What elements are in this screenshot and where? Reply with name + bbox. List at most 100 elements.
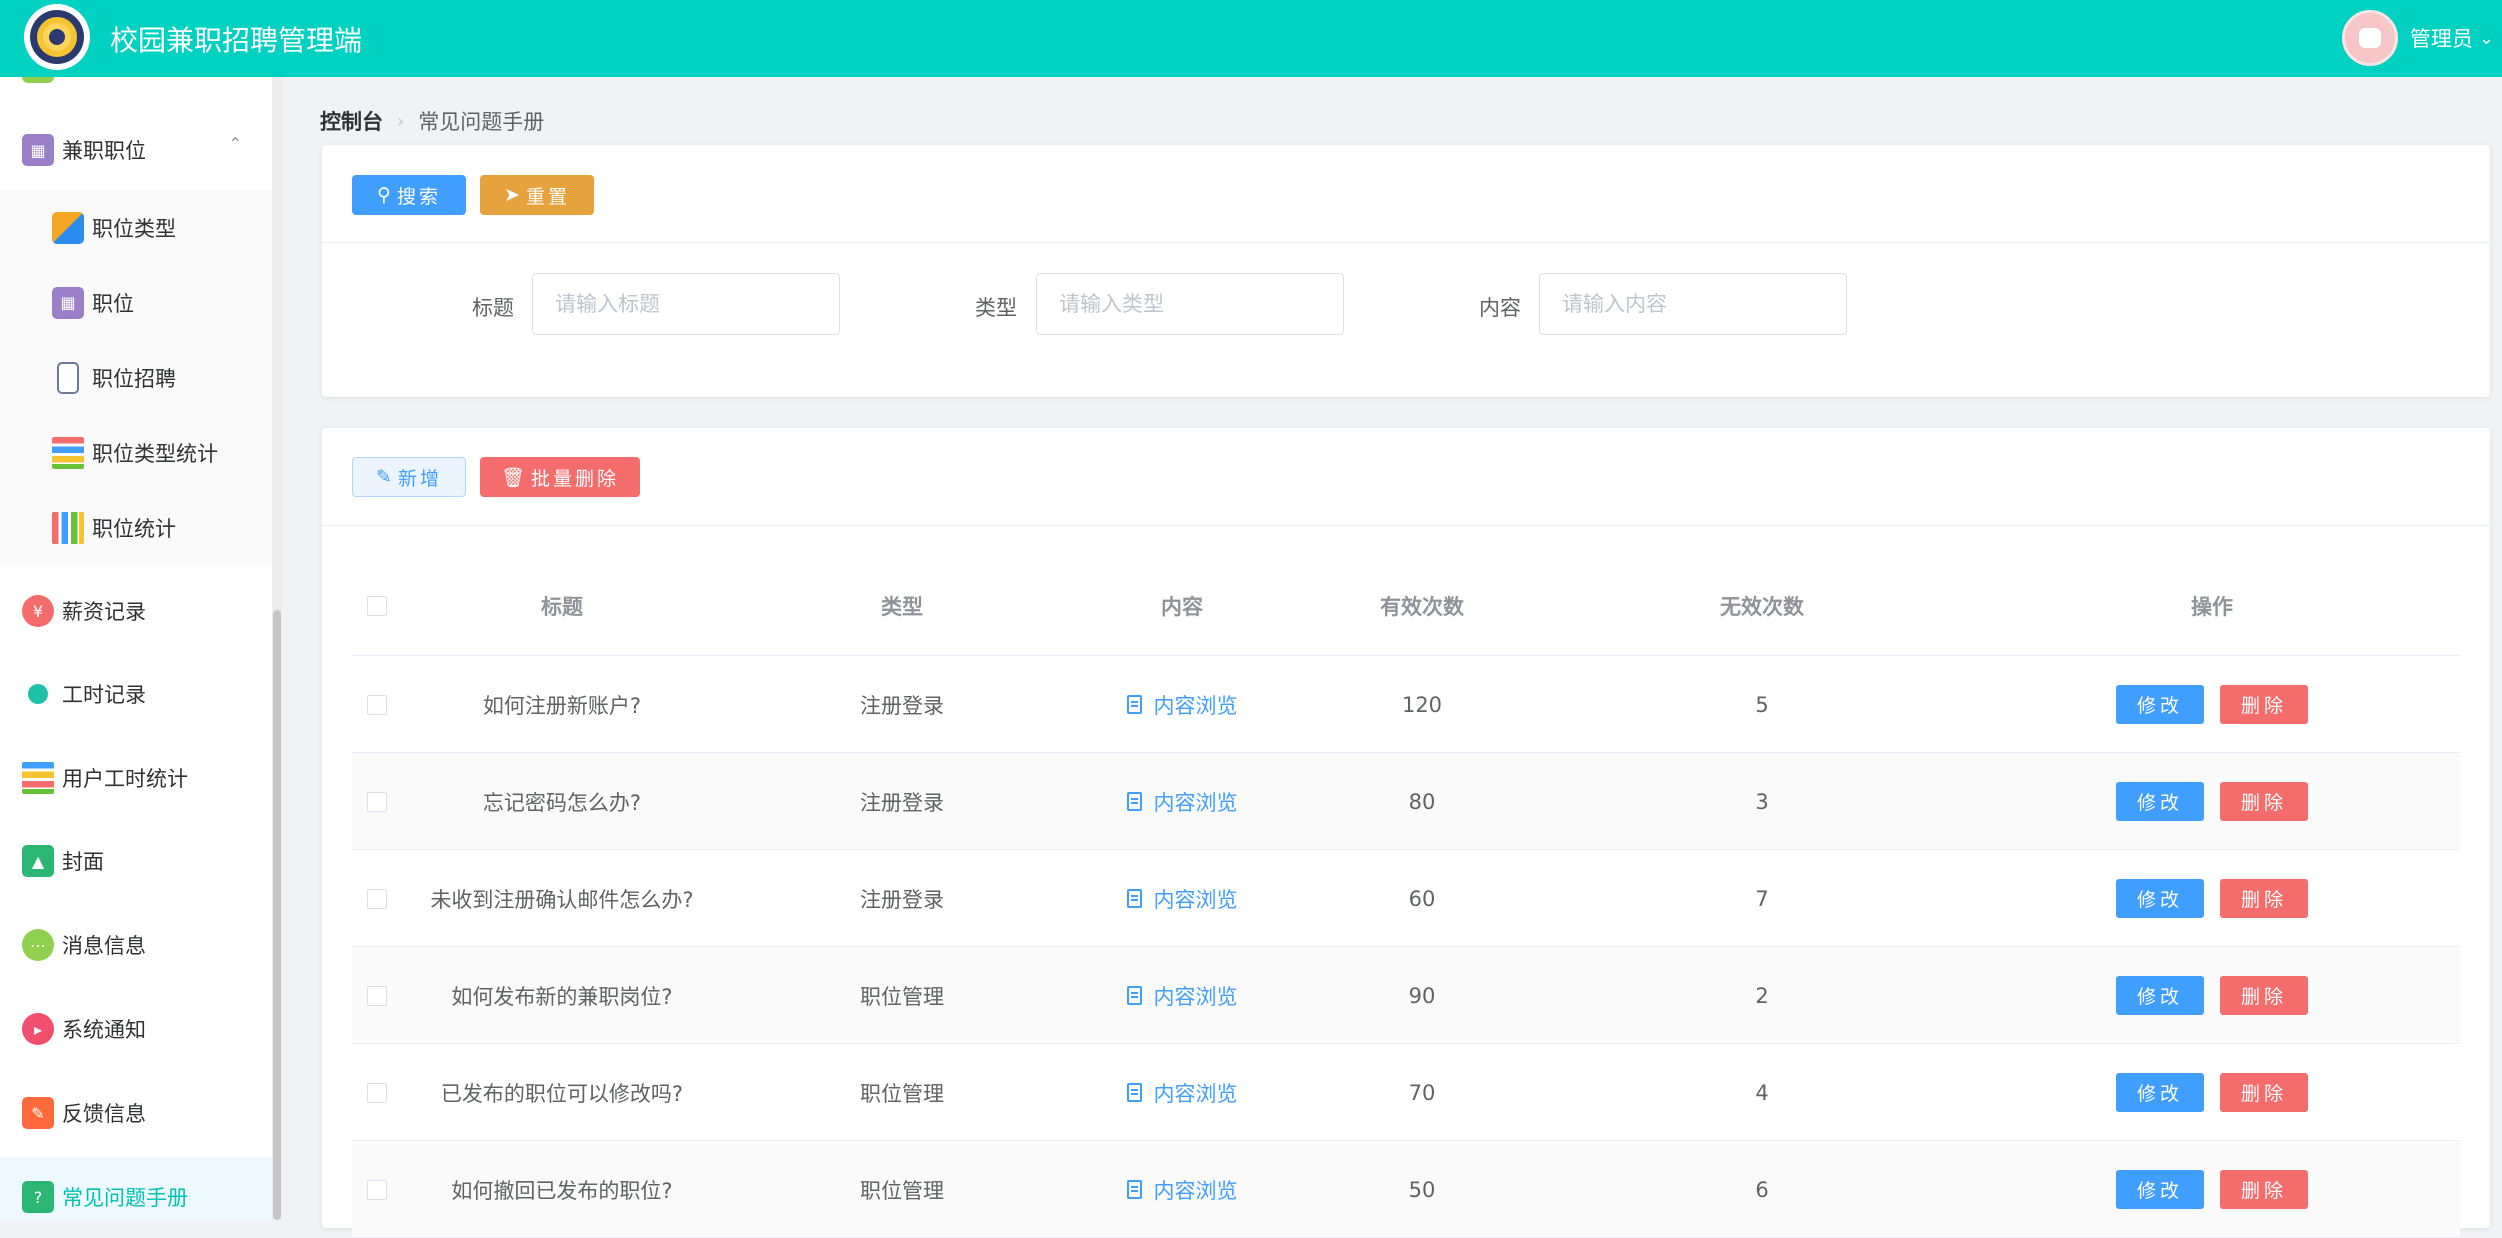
cell-invalid-count: 2 — [1755, 983, 1769, 1008]
image-icon: ▲ — [22, 845, 54, 877]
user-name[interactable]: 管理员 — [2410, 23, 2473, 53]
content-search-input[interactable] — [1539, 273, 1847, 335]
app-logo-icon — [24, 4, 90, 70]
delete-button[interactable]: 删除 — [2220, 782, 2308, 821]
content-preview-link[interactable]: 内容浏览 — [1126, 884, 1238, 914]
cell-valid-count: 90 — [1408, 983, 1436, 1008]
breadcrumb-home[interactable]: 控制台 — [320, 106, 383, 136]
row-select-cell — [352, 1141, 402, 1238]
cell-valid-count: 80 — [1408, 789, 1436, 814]
column-header-invalid-count[interactable]: 无效次数 — [1612, 556, 1912, 656]
sidebar-scrollbar-thumb[interactable] — [273, 610, 281, 1220]
cell-invalid-count: 4 — [1755, 1080, 1769, 1105]
app-title: 校园兼职招聘管理端 — [110, 24, 363, 57]
add-button[interactable]: ✎ 新增 — [352, 457, 466, 497]
cell-valid-count: 70 — [1408, 1080, 1436, 1105]
content-preview-link[interactable]: 内容浏览 — [1126, 1175, 1238, 1205]
content-preview-label: 内容浏览 — [1153, 887, 1238, 912]
content-preview-label: 内容浏览 — [1153, 693, 1238, 718]
feedback-icon: ✎ — [22, 1097, 54, 1129]
cell-invalid-count: 7 — [1755, 886, 1769, 911]
select-all-checkbox[interactable] — [367, 596, 387, 616]
cell-title: 已发布的职位可以修改吗? — [440, 1081, 684, 1106]
row-select-cell — [352, 656, 402, 753]
sidebar-item-salary[interactable]: ¥ 薪资记录 — [0, 571, 272, 651]
type-field-label: 类型 — [975, 296, 1017, 320]
avatar[interactable] — [2341, 10, 2398, 66]
table-header: 标题 类型 内容 有效次数 无效次数 操作 — [352, 556, 2460, 656]
document-icon — [1126, 695, 1142, 714]
cell-actions: 修改 删除 — [2062, 947, 2362, 1044]
sidebar-item-label: 职位招聘 — [92, 366, 176, 391]
content-preview-link[interactable]: 内容浏览 — [1126, 981, 1238, 1011]
content-preview-label: 内容浏览 — [1153, 1081, 1238, 1106]
sidebar-item-label: 封面 — [62, 850, 104, 874]
edit-button[interactable]: 修改 — [2116, 1073, 2204, 1112]
sidebar-item-feedback[interactable]: ✎ 反馈信息 — [0, 1073, 272, 1153]
delete-button[interactable]: 删除 — [2220, 879, 2308, 918]
content-preview-link[interactable]: 内容浏览 — [1126, 690, 1238, 720]
content-preview-label: 内容浏览 — [1153, 790, 1238, 815]
sidebar-group-part-time-jobs[interactable]: ▦ 兼职职位 ⌃ — [0, 110, 272, 190]
breadcrumb-current: 常见问题手册 — [418, 110, 545, 134]
sidebar-item-job-recruit[interactable]: 职位招聘 — [0, 340, 272, 415]
table-row: 未收到注册确认邮件怎么办? 注册登录 内容浏览 60 7 修改 删除 — [352, 850, 2460, 947]
sidebar-item-job-stats[interactable]: 职位统计 — [0, 490, 272, 565]
document-icon — [1126, 889, 1142, 908]
row-select-cell — [352, 753, 402, 850]
reset-button[interactable]: ➤ 重置 — [480, 175, 594, 215]
sidebar-item-cover[interactable]: ▲ 封面 — [0, 821, 272, 901]
cell-valid-count: 120 — [1401, 692, 1443, 717]
table-row: 如何注册新账户? 注册登录 内容浏览 120 5 修改 删除 — [352, 656, 2460, 753]
sidebar-item-notifications[interactable]: ▸ 系统通知 — [0, 989, 272, 1069]
sidebar-scrollbar[interactable] — [272, 77, 282, 1220]
edit-button[interactable]: 修改 — [2116, 685, 2204, 724]
delete-button[interactable]: 删除 — [2220, 1170, 2308, 1209]
type-search-input[interactable] — [1036, 273, 1344, 335]
sidebar-item-messages[interactable]: ⋯ 消息信息 — [0, 905, 272, 985]
content-preview-link[interactable]: 内容浏览 — [1126, 1078, 1238, 1108]
breadcrumb: 控制台 › 常见问题手册 — [320, 106, 544, 136]
content-preview-link[interactable]: 内容浏览 — [1126, 787, 1238, 817]
table-row: 已发布的职位可以修改吗? 职位管理 内容浏览 70 4 修改 删除 — [352, 1044, 2460, 1141]
sidebar-item-job-type[interactable]: 职位类型 — [0, 190, 272, 265]
user-menu[interactable]: 管理员 ⌄ — [2341, 6, 2502, 70]
edit-button[interactable]: 修改 — [2116, 782, 2204, 821]
cell-invalid-count: 5 — [1755, 692, 1769, 717]
sidebar-item-user-hours-stats[interactable]: 用户工时统计 — [0, 738, 272, 818]
column-header-title[interactable]: 标题 — [412, 556, 712, 656]
chevron-down-icon[interactable]: ⌄ — [2479, 28, 2494, 49]
cell-type: 注册登录 — [860, 887, 944, 912]
row-checkbox[interactable] — [367, 791, 387, 812]
sidebar-item-job-type-stats[interactable]: 职位类型统计 — [0, 415, 272, 490]
cell-type: 职位管理 — [860, 1178, 944, 1203]
row-checkbox[interactable] — [367, 1082, 387, 1103]
cell-actions: 修改 删除 — [2062, 1044, 2362, 1141]
sidebar-item-work-hours[interactable]: 工时记录 — [0, 654, 272, 734]
batch-delete-button[interactable]: 🗑 批量删除 — [480, 457, 640, 497]
search-button[interactable]: ⚲ 搜索 — [352, 175, 466, 215]
id-card-icon: ▦ — [52, 286, 84, 319]
chevron-up-icon[interactable]: ⌃ — [229, 134, 242, 153]
row-checkbox[interactable] — [367, 888, 387, 909]
delete-button[interactable]: 删除 — [2220, 685, 2308, 724]
edit-button[interactable]: 修改 — [2116, 976, 2204, 1015]
divider — [322, 525, 2490, 526]
column-header-type[interactable]: 类型 — [752, 556, 1052, 656]
row-checkbox[interactable] — [367, 985, 387, 1006]
edit-button[interactable]: 修改 — [2116, 1170, 2204, 1209]
badge-icon — [57, 361, 79, 394]
chat-icon: ⋯ — [22, 929, 54, 961]
cell-type: 注册登录 — [860, 693, 944, 718]
edit-button[interactable]: 修改 — [2116, 879, 2204, 918]
row-checkbox[interactable] — [367, 694, 387, 715]
column-header-valid-count[interactable]: 有效次数 — [1272, 556, 1572, 656]
row-checkbox[interactable] — [367, 1179, 387, 1200]
cell-title: 未收到注册确认邮件怎么办? — [430, 887, 694, 912]
sidebar-item-job[interactable]: ▦ 职位 — [0, 265, 272, 340]
delete-button[interactable]: 删除 — [2220, 976, 2308, 1015]
title-search-input[interactable] — [532, 273, 840, 335]
delete-button[interactable]: 删除 — [2220, 1073, 2308, 1112]
sidebar-item-faq[interactable]: ? 常见问题手册 — [0, 1157, 272, 1220]
content-preview-label: 内容浏览 — [1153, 1178, 1238, 1203]
